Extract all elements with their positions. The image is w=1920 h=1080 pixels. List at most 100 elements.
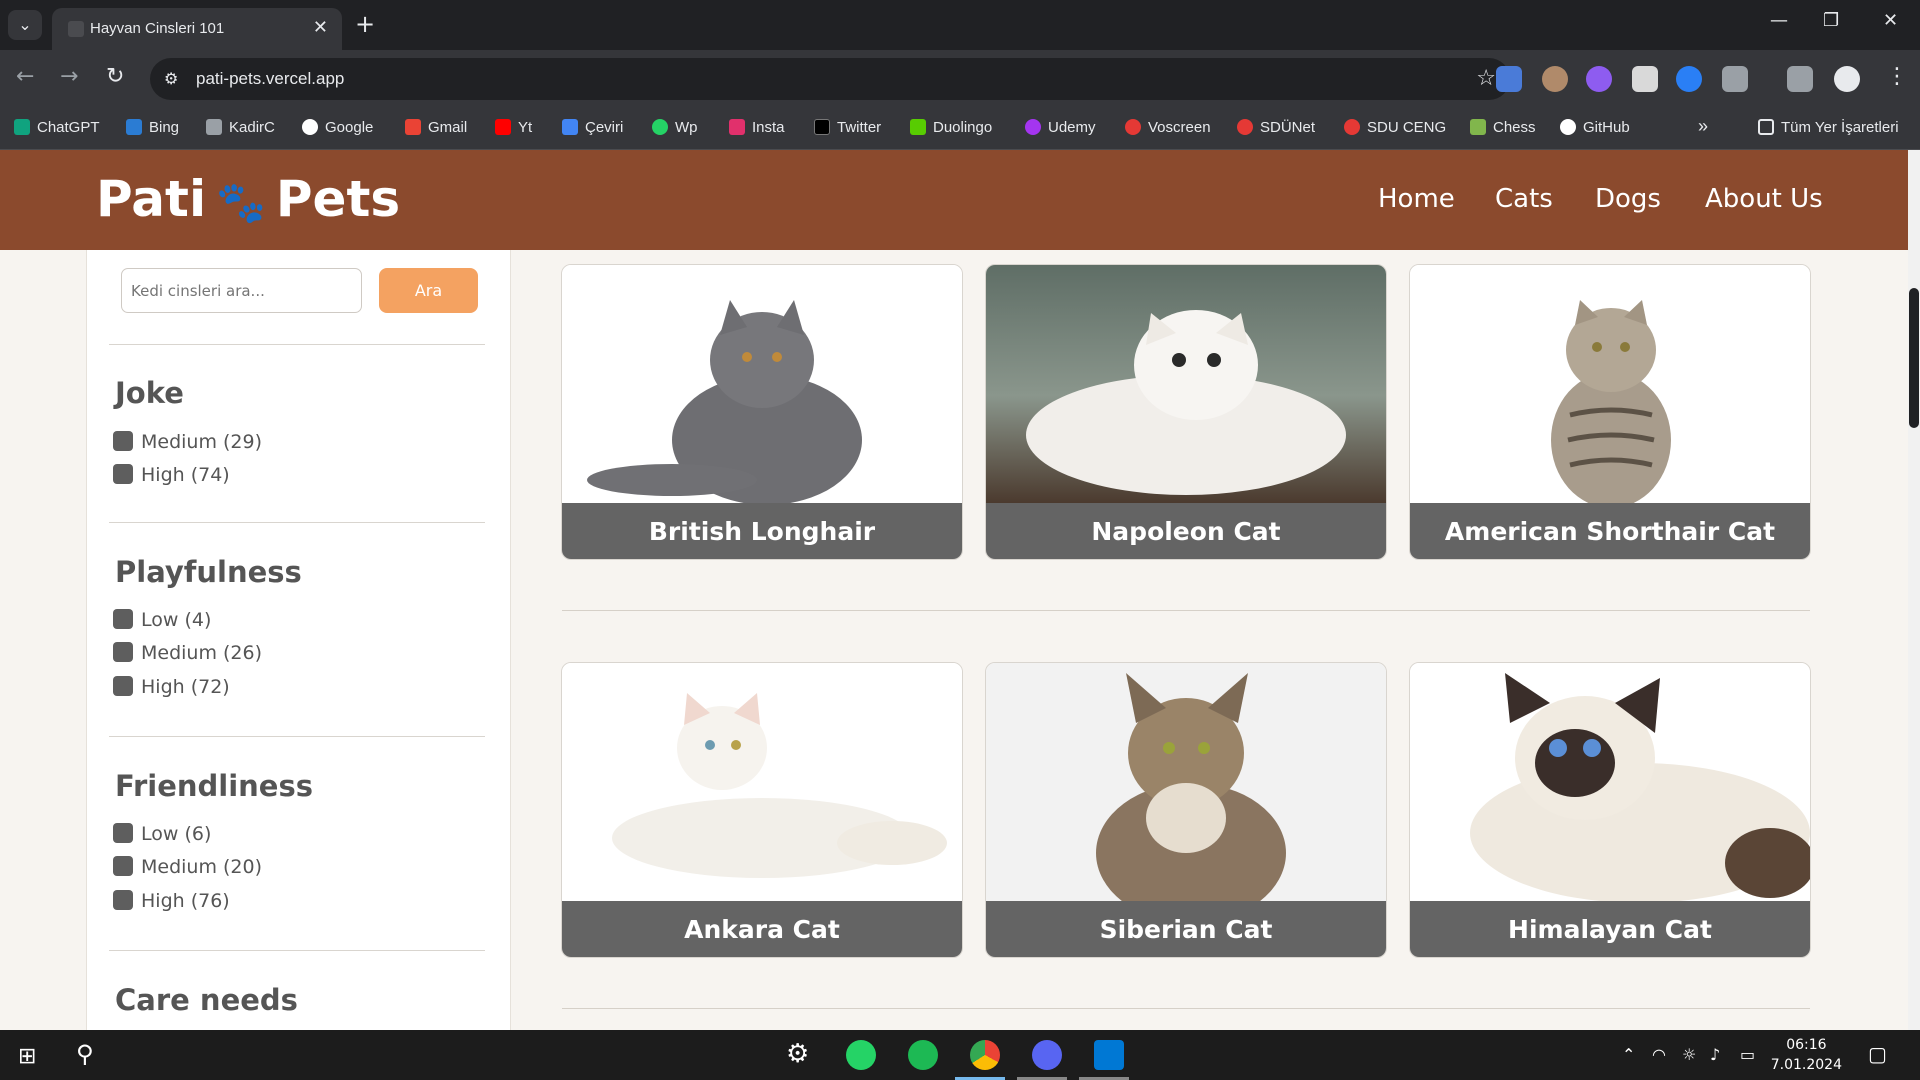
notification-center-icon[interactable]: ▢ — [1868, 1042, 1887, 1066]
bookmark-item[interactable]: Twitter — [814, 119, 881, 136]
settings-gear-icon[interactable]: ⚙ — [786, 1039, 809, 1069]
bookmark-favicon-icon — [1560, 119, 1576, 135]
scrollbar-thumb[interactable] — [1909, 288, 1919, 428]
extension-icon[interactable] — [1676, 66, 1702, 92]
filter-option[interactable]: Medium (20) — [113, 856, 262, 878]
bookmark-item[interactable]: Chess — [1470, 119, 1536, 136]
breed-card[interactable]: American Shorthair Cat — [1409, 264, 1811, 560]
battery-icon[interactable]: ▭ — [1740, 1045, 1755, 1064]
breed-card[interactable]: Himalayan Cat — [1409, 662, 1811, 958]
nav-about-us[interactable]: About Us — [1705, 184, 1823, 214]
reload-icon[interactable]: ↻ — [106, 64, 124, 89]
back-icon[interactable]: ← — [16, 64, 34, 89]
tab-title: Hayvan Cinsleri 101 — [90, 20, 225, 37]
bookmark-item[interactable]: KadirC — [206, 119, 275, 136]
restore-button[interactable]: ❐ — [1823, 10, 1839, 31]
tab-search-button[interactable]: ⌄ — [8, 10, 42, 40]
bookmark-item[interactable]: Bing — [126, 119, 179, 136]
filter-option[interactable]: Medium (29) — [113, 431, 262, 453]
nav-cats[interactable]: Cats — [1495, 184, 1553, 214]
system-clock[interactable]: 06:16 7.01.2024 — [1771, 1035, 1842, 1075]
checkbox[interactable] — [113, 890, 133, 910]
nav-dogs[interactable]: Dogs — [1595, 184, 1661, 214]
browser-menu-icon[interactable]: ⋮ — [1886, 64, 1908, 89]
bookmark-item[interactable]: Wp — [652, 119, 698, 136]
checkbox[interactable] — [113, 642, 133, 662]
site-info-icon[interactable]: ⚙ — [164, 69, 178, 88]
filter-option[interactable]: Low (6) — [113, 823, 211, 845]
bookmark-favicon-icon — [1237, 119, 1253, 135]
bookmark-item[interactable]: Insta — [729, 119, 785, 136]
extensions-puzzle-icon[interactable] — [1722, 66, 1748, 92]
breed-name: Ankara Cat — [562, 901, 962, 957]
filter-option[interactable]: Low (4) — [113, 609, 211, 631]
brightness-icon[interactable]: ☼ — [1682, 1045, 1696, 1064]
filter-option[interactable]: High (72) — [113, 676, 230, 698]
new-tab-button[interactable]: + — [355, 10, 375, 38]
bookmark-item[interactable]: Voscreen — [1125, 119, 1211, 136]
more-bookmarks-button[interactable]: » — [1698, 116, 1708, 137]
bookmark-item[interactable]: Udemy — [1025, 119, 1096, 136]
extension-icon[interactable] — [1586, 66, 1612, 92]
breed-card[interactable]: Napoleon Cat — [985, 264, 1387, 560]
whatsapp-icon[interactable] — [846, 1040, 876, 1070]
eyedropper-extension-icon[interactable] — [1632, 66, 1658, 92]
volume-icon[interactable]: ♪ — [1710, 1045, 1720, 1064]
breed-card[interactable]: British Longhair — [561, 264, 963, 560]
forward-icon[interactable]: → — [60, 64, 78, 89]
bookmark-favicon-icon — [729, 119, 745, 135]
row-divider — [562, 610, 1810, 611]
checkbox[interactable] — [113, 676, 133, 696]
checkbox[interactable] — [113, 609, 133, 629]
wifi-icon[interactable]: ◠ — [1652, 1045, 1666, 1064]
windows-start-icon[interactable]: ⊞ — [18, 1044, 36, 1069]
browser-tab[interactable]: Hayvan Cinsleri 101 ✕ — [52, 8, 342, 50]
checkbox[interactable] — [113, 856, 133, 876]
spotify-icon[interactable] — [908, 1040, 938, 1070]
bookmark-item[interactable]: Google — [302, 119, 373, 136]
page-scrollbar[interactable] — [1908, 150, 1920, 1030]
cat-illustration-icon — [587, 300, 862, 505]
bookmark-item[interactable]: ChatGPT — [14, 119, 100, 136]
chrome-icon[interactable] — [970, 1040, 1000, 1070]
bookmark-item[interactable]: Duolingo — [910, 119, 992, 136]
checkbox[interactable] — [113, 464, 133, 484]
tab-close-icon[interactable]: ✕ — [313, 17, 328, 38]
breed-name: American Shorthair Cat — [1410, 503, 1810, 559]
filter-option[interactable]: High (76) — [113, 890, 230, 912]
breed-search-input[interactable] — [121, 268, 362, 313]
translate-extension-icon[interactable] — [1496, 66, 1522, 92]
nav-home[interactable]: Home — [1378, 184, 1455, 214]
discord-icon[interactable] — [1032, 1040, 1062, 1070]
site-logo[interactable]: Pati 🐾 Pets — [96, 170, 400, 228]
bookmark-item[interactable]: SDU CENG — [1344, 119, 1446, 136]
bookmark-item[interactable]: GitHub — [1560, 119, 1630, 136]
browser-titlebar: ⌄ Hayvan Cinsleri 101 ✕ + — ❐ ✕ — [0, 0, 1920, 50]
bookmarks-bar: ChatGPT Bing KadirC Google Gmail Yt Çevi… — [0, 108, 1920, 150]
bookmark-item[interactable]: Yt — [495, 119, 532, 136]
clock-date: 7.01.2024 — [1770, 1057, 1842, 1073]
bookmark-item[interactable]: SDÜNet — [1237, 119, 1315, 136]
search-icon[interactable]: ⚲ — [76, 1040, 94, 1068]
tray-overflow-chevron-icon[interactable]: ⌃ — [1622, 1045, 1635, 1064]
url-text[interactable]: pati-pets.vercel.app — [196, 69, 344, 89]
checkbox[interactable] — [113, 431, 133, 451]
bookmark-item[interactable]: Çeviri — [562, 119, 623, 136]
breed-card[interactable]: Ankara Cat — [561, 662, 963, 958]
breed-card[interactable]: Siberian Cat — [985, 662, 1387, 958]
bookmark-favicon-icon — [206, 119, 222, 135]
filter-option[interactable]: High (74) — [113, 464, 230, 486]
filter-option[interactable]: Medium (26) — [113, 642, 262, 664]
window-close-button[interactable]: ✕ — [1883, 10, 1898, 31]
address-bar[interactable]: ⚙ pati-pets.vercel.app ☆ — [150, 58, 1510, 100]
checkbox[interactable] — [113, 823, 133, 843]
all-bookmarks-folder[interactable]: Tüm Yer İşaretleri — [1758, 119, 1899, 136]
minimize-button[interactable]: — — [1770, 10, 1788, 31]
profile-avatar[interactable] — [1834, 66, 1860, 92]
extension-icon[interactable] — [1542, 66, 1568, 92]
search-button[interactable]: Ara — [379, 268, 478, 313]
vscode-icon[interactable] — [1094, 1040, 1124, 1070]
side-panel-icon[interactable] — [1787, 66, 1813, 92]
bookmark-star-icon[interactable]: ☆ — [1476, 66, 1496, 91]
bookmark-item[interactable]: Gmail — [405, 119, 467, 136]
